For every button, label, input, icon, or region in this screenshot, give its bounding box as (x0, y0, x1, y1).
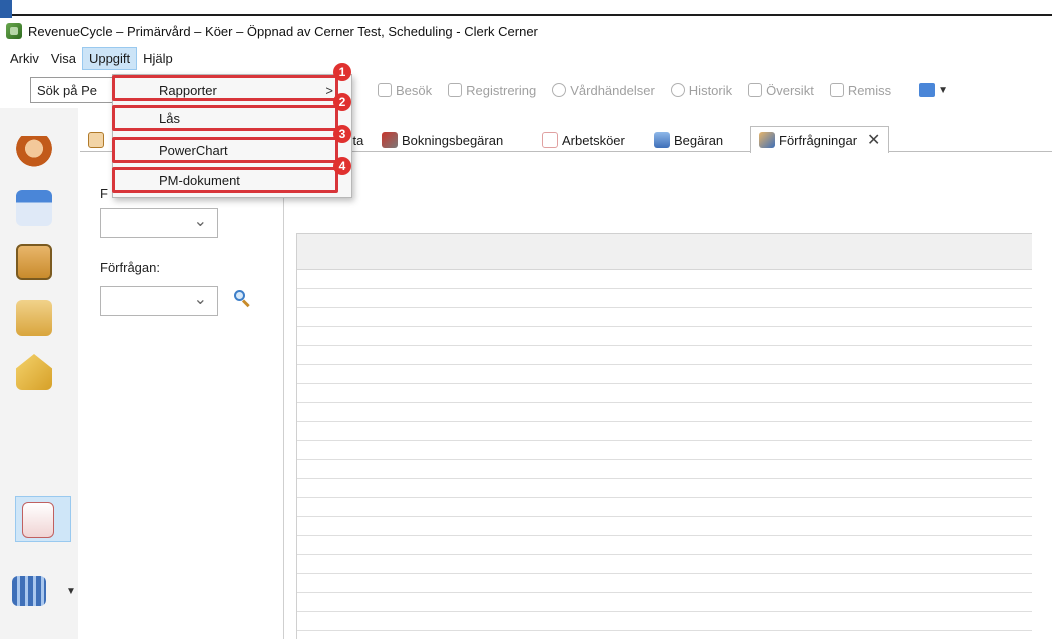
window-top-border (12, 0, 1052, 16)
menu-arkiv[interactable]: Arkiv (4, 48, 45, 69)
referral-icon (829, 83, 844, 97)
toolbar-vardhandelser-label: Vårdhändelser (570, 82, 655, 98)
menu-uppgift[interactable]: Uppgift (81, 46, 138, 70)
highlight-box-rapporter (112, 75, 338, 101)
toolbar-remiss-button[interactable]: Remiss (829, 82, 892, 98)
toolbar-vardhandelser-button[interactable]: Vårdhändelser (552, 83, 655, 98)
request-icon (654, 132, 670, 148)
menu-bar: Arkiv Visa Uppgift Hjälp (0, 46, 179, 70)
calendar-clock-icon[interactable] (16, 190, 52, 226)
callout-badge-2: 2 (333, 93, 351, 111)
tab-forfragningar[interactable]: Förfrågningar ✕ (750, 126, 890, 153)
grid-rows (297, 270, 1032, 640)
overview-icon (748, 83, 763, 97)
tab-begaran-label: Begäran (674, 132, 724, 148)
inquiry-search-icon[interactable] (234, 290, 252, 308)
results-grid (296, 233, 1032, 640)
inquiry-label: Förfrågan: (100, 260, 160, 275)
tab-arbetskoer[interactable]: Arbetsköer (542, 128, 625, 152)
toolbar-besok-button[interactable]: Besök (378, 83, 432, 98)
history-icon (670, 83, 685, 97)
toolbar-remiss-label: Remiss (847, 82, 892, 98)
patient-search-input[interactable]: Sök på Pe (30, 77, 120, 103)
building-icon[interactable] (12, 576, 46, 606)
building-dropdown-icon[interactable]: ▼ (66, 586, 76, 597)
filter-type-select[interactable] (100, 208, 218, 238)
toolbar-registrering-label: Registrering (466, 82, 537, 98)
title-bar: RevenueCycle – Primärvård – Köer – Öppna… (0, 18, 1052, 44)
toolbar-oversikt-label: Översikt (766, 82, 814, 98)
work-queue-icon (542, 132, 558, 148)
inquiry-list-icon[interactable] (22, 502, 54, 538)
filter-type-label: F (100, 186, 108, 201)
toolbar-registrering-button[interactable]: Registrering (448, 83, 536, 98)
app-icon (6, 23, 22, 39)
toolbar-chevron-down-icon[interactable]: ▼ (938, 85, 948, 96)
highlight-box-pm-dokument (112, 167, 338, 193)
window-corner-accent (0, 0, 12, 18)
patient-transfer-icon[interactable] (16, 300, 52, 336)
tab-bokningsbegaran-label: Bokningsbegäran (402, 132, 504, 148)
grid-header (297, 234, 1032, 270)
callout-badge-4: 4 (333, 157, 351, 175)
person-search-icon[interactable] (16, 136, 52, 172)
open-mail-icon[interactable] (16, 354, 52, 390)
menu-visa[interactable]: Visa (45, 48, 82, 69)
left-navigation-bar: ▼ (0, 108, 78, 639)
tab-begaran[interactable]: Begäran (654, 128, 723, 152)
toolbar-historik-label: Historik (688, 82, 733, 98)
menu-hjalp[interactable]: Hjälp (137, 48, 179, 69)
window-switch-icon[interactable] (919, 83, 936, 97)
highlight-box-las (112, 105, 338, 131)
tab-bokningsbegaran[interactable]: Bokningsbegäran (382, 128, 503, 152)
tab-arbetskoer-label: Arbetsköer (562, 132, 625, 148)
callout-badge-1: 1 (333, 63, 351, 81)
clipboard-icon[interactable] (16, 244, 52, 280)
care-events-icon (552, 83, 567, 97)
registration-icon (448, 83, 463, 97)
booking-request-icon (382, 132, 398, 148)
highlight-box-powerchart (112, 137, 338, 163)
tab-forfragningar-label: Förfrågningar (779, 132, 858, 148)
hidden-tab-icon[interactable] (88, 132, 104, 148)
inquiry-select[interactable] (100, 286, 218, 316)
toolbar-besok-label: Besök (396, 82, 433, 98)
toolbar-oversikt-button[interactable]: Översikt (748, 83, 814, 98)
window-title: RevenueCycle – Primärvård – Köer – Öppna… (28, 23, 538, 39)
callout-badge-3: 3 (333, 125, 351, 143)
visit-icon (378, 83, 392, 97)
toolbar-historik-button[interactable]: Historik (670, 82, 733, 98)
tab-close-icon[interactable]: ✕ (867, 130, 880, 150)
inquiries-icon (759, 132, 775, 148)
filter-panel: F Förfrågan: (88, 152, 284, 639)
